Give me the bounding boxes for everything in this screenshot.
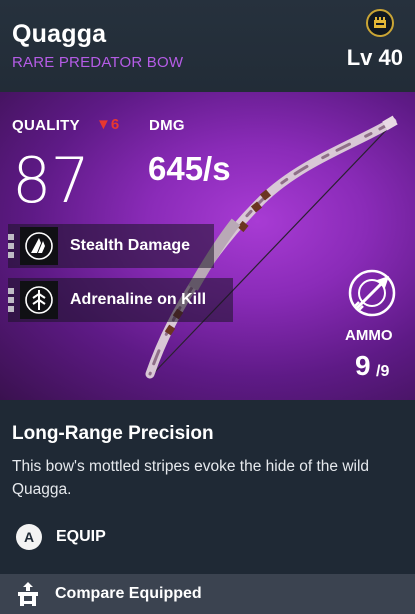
quality-drop-value: 6 <box>110 116 120 133</box>
adrenaline-icon <box>20 281 58 319</box>
equip-label: EQUIP <box>56 528 106 545</box>
stealth-icon <box>20 227 58 265</box>
item-card: Quagga RARE PREDATOR BOW Lv 40 QUALITY ▼… <box>0 0 415 614</box>
a-button-icon: A <box>16 524 42 550</box>
perk-label: Stealth Damage <box>70 237 191 254</box>
ammo-label: AMMO <box>345 327 393 344</box>
ammo-current: 9 <box>355 350 371 381</box>
quality-decrease-indicator: ▼6 <box>96 116 120 133</box>
quality-value: 87 <box>12 144 90 217</box>
perk-label: Adrenaline on Kill <box>70 291 207 308</box>
dmg-label: DMG <box>149 117 185 134</box>
item-header: Quagga RARE PREDATOR BOW Lv 40 <box>0 0 415 92</box>
equip-button[interactable]: A EQUIP <box>16 523 106 551</box>
compare-icon <box>14 580 42 608</box>
quality-label: QUALITY <box>12 117 80 134</box>
perk-tier-pips <box>8 288 16 312</box>
compare-label: Compare Equipped <box>55 585 202 602</box>
item-rarity: RARE PREDATOR BOW <box>12 54 184 71</box>
item-level: Lv 40 <box>346 45 403 70</box>
perk-stealth-damage[interactable]: Stealth Damage <box>8 224 214 268</box>
perk-tier-pips <box>8 234 16 258</box>
item-name: Quagga <box>12 20 107 48</box>
description-body: This bow's mottled stripes evoke the hid… <box>12 458 370 498</box>
description-title: Long-Range Precision <box>12 423 214 444</box>
arrow-target-icon <box>347 268 397 318</box>
crown-icon <box>366 9 394 37</box>
item-art-panel: QUALITY ▼6 DMG 87 645/s Stealth Damage A… <box>0 92 415 400</box>
dmg-value: 645/s <box>148 150 231 187</box>
compare-equipped-bar[interactable]: Compare Equipped <box>0 574 415 614</box>
ammo-max: /9 <box>376 363 390 380</box>
perk-adrenaline-on-kill[interactable]: Adrenaline on Kill <box>8 278 233 322</box>
